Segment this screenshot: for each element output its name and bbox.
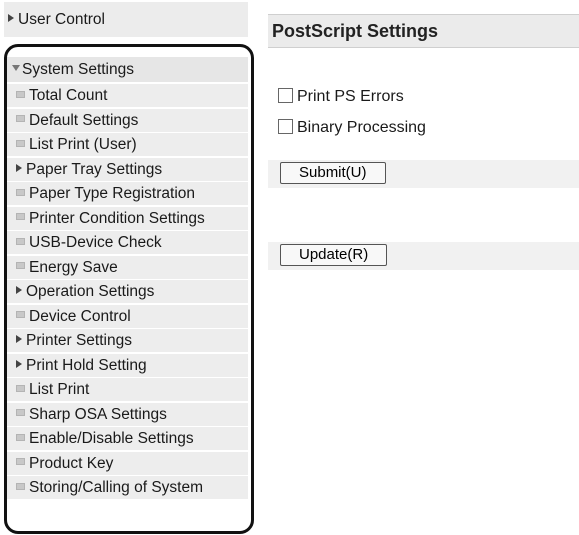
sidebar-item-label: List Print (User): [29, 136, 137, 153]
doc-icon: [16, 188, 25, 196]
sidebar-item-label: Operation Settings: [26, 283, 155, 300]
update-button[interactable]: Update(R): [280, 244, 388, 266]
doc-icon: [16, 409, 25, 417]
expand-arrow-icon: [16, 286, 22, 295]
sidebar-section-system-settings[interactable]: System Settings: [4, 57, 248, 83]
sidebar-item[interactable]: Paper Type Registration: [4, 182, 248, 206]
checkbox-label: Print PS Errors: [297, 88, 404, 105]
page-header: PostScript Settings: [268, 14, 579, 48]
doc-icon: [16, 311, 25, 319]
sidebar-item-label: Device Control: [29, 307, 131, 325]
sidebar-item-label: Printer Condition Settings: [29, 209, 205, 227]
sidebar: User Control System Settings Total Count…: [4, 0, 250, 535]
checkbox-binary-processing[interactable]: Binary Processing: [278, 117, 426, 139]
sidebar-item-label: Energy Save: [29, 258, 118, 276]
checkbox-label: Binary Processing: [297, 119, 426, 136]
sidebar-item[interactable]: Printer Condition Settings: [4, 206, 248, 231]
sidebar-item[interactable]: Print Hold Setting: [4, 353, 248, 378]
sidebar-item[interactable]: Default Settings: [4, 108, 248, 133]
doc-icon: [16, 90, 25, 98]
sidebar-item-label: User Control: [18, 11, 105, 28]
sidebar-item-label: Printer Settings: [26, 332, 132, 349]
doc-icon: [16, 237, 25, 245]
sidebar-item[interactable]: USB-Device Check: [4, 231, 248, 255]
sidebar-item[interactable]: Device Control: [4, 304, 248, 329]
sidebar-item-label: Paper Tray Settings: [26, 160, 163, 178]
sidebar-item[interactable]: Paper Tray Settings: [4, 157, 248, 182]
checkbox-box[interactable]: [278, 87, 293, 103]
sidebar-item-label: Total Count: [29, 87, 108, 104]
sidebar-item-label: Paper Type Registration: [29, 185, 196, 202]
submit-bar: Submit(U): [268, 160, 579, 188]
update-bar: Update(R): [268, 242, 579, 270]
sidebar-item-label: Product Key: [29, 454, 114, 472]
doc-icon: [16, 213, 25, 221]
collapse-arrow-icon: [12, 65, 20, 72]
page-title: PostScript Settings: [272, 21, 439, 41]
sidebar-item-label: Enable/Disable Settings: [29, 430, 194, 447]
sidebar-item[interactable]: Storing/Calling of System: [4, 476, 248, 500]
sidebar-item[interactable]: Printer Settings: [4, 329, 248, 353]
sidebar-item-label: Print Hold Setting: [26, 356, 147, 374]
main-panel: PostScript Settings Print PS Errors Bina…: [268, 0, 579, 535]
doc-icon: [16, 384, 25, 392]
sidebar-item[interactable]: Total Count: [4, 84, 248, 108]
doc-icon: [16, 139, 25, 147]
sidebar-section-label: System Settings: [22, 61, 134, 78]
sidebar-item-label: List Print: [29, 381, 90, 398]
sidebar-item[interactable]: List Print: [4, 378, 248, 402]
submit-button[interactable]: Submit(U): [280, 162, 386, 184]
checkbox-box[interactable]: [278, 118, 293, 134]
sidebar-item[interactable]: List Print (User): [4, 133, 248, 157]
checkbox-print-ps-errors[interactable]: Print PS Errors: [278, 86, 404, 108]
sidebar-item-label: USB-Device Check: [29, 234, 162, 251]
sidebar-item[interactable]: Enable/Disable Settings: [4, 427, 248, 451]
expand-arrow-icon: [16, 335, 22, 344]
sidebar-item-label: Storing/Calling of System: [29, 479, 204, 496]
sidebar-item-label: Sharp OSA Settings: [29, 405, 167, 423]
sidebar-item[interactable]: Sharp OSA Settings: [4, 402, 248, 427]
doc-icon: [16, 433, 25, 441]
doc-icon: [16, 262, 25, 270]
doc-icon: [16, 458, 25, 466]
expand-arrow-icon: [16, 359, 22, 368]
sidebar-item-user-control[interactable]: User Control: [4, 2, 248, 38]
expand-arrow-icon: [8, 14, 14, 23]
doc-icon: [16, 482, 25, 490]
sidebar-item[interactable]: Product Key: [4, 451, 248, 476]
sidebar-item[interactable]: Operation Settings: [4, 280, 248, 304]
sidebar-item-label: Default Settings: [29, 111, 139, 129]
expand-arrow-icon: [16, 163, 22, 172]
sidebar-item[interactable]: Energy Save: [4, 255, 248, 280]
doc-icon: [16, 115, 25, 123]
